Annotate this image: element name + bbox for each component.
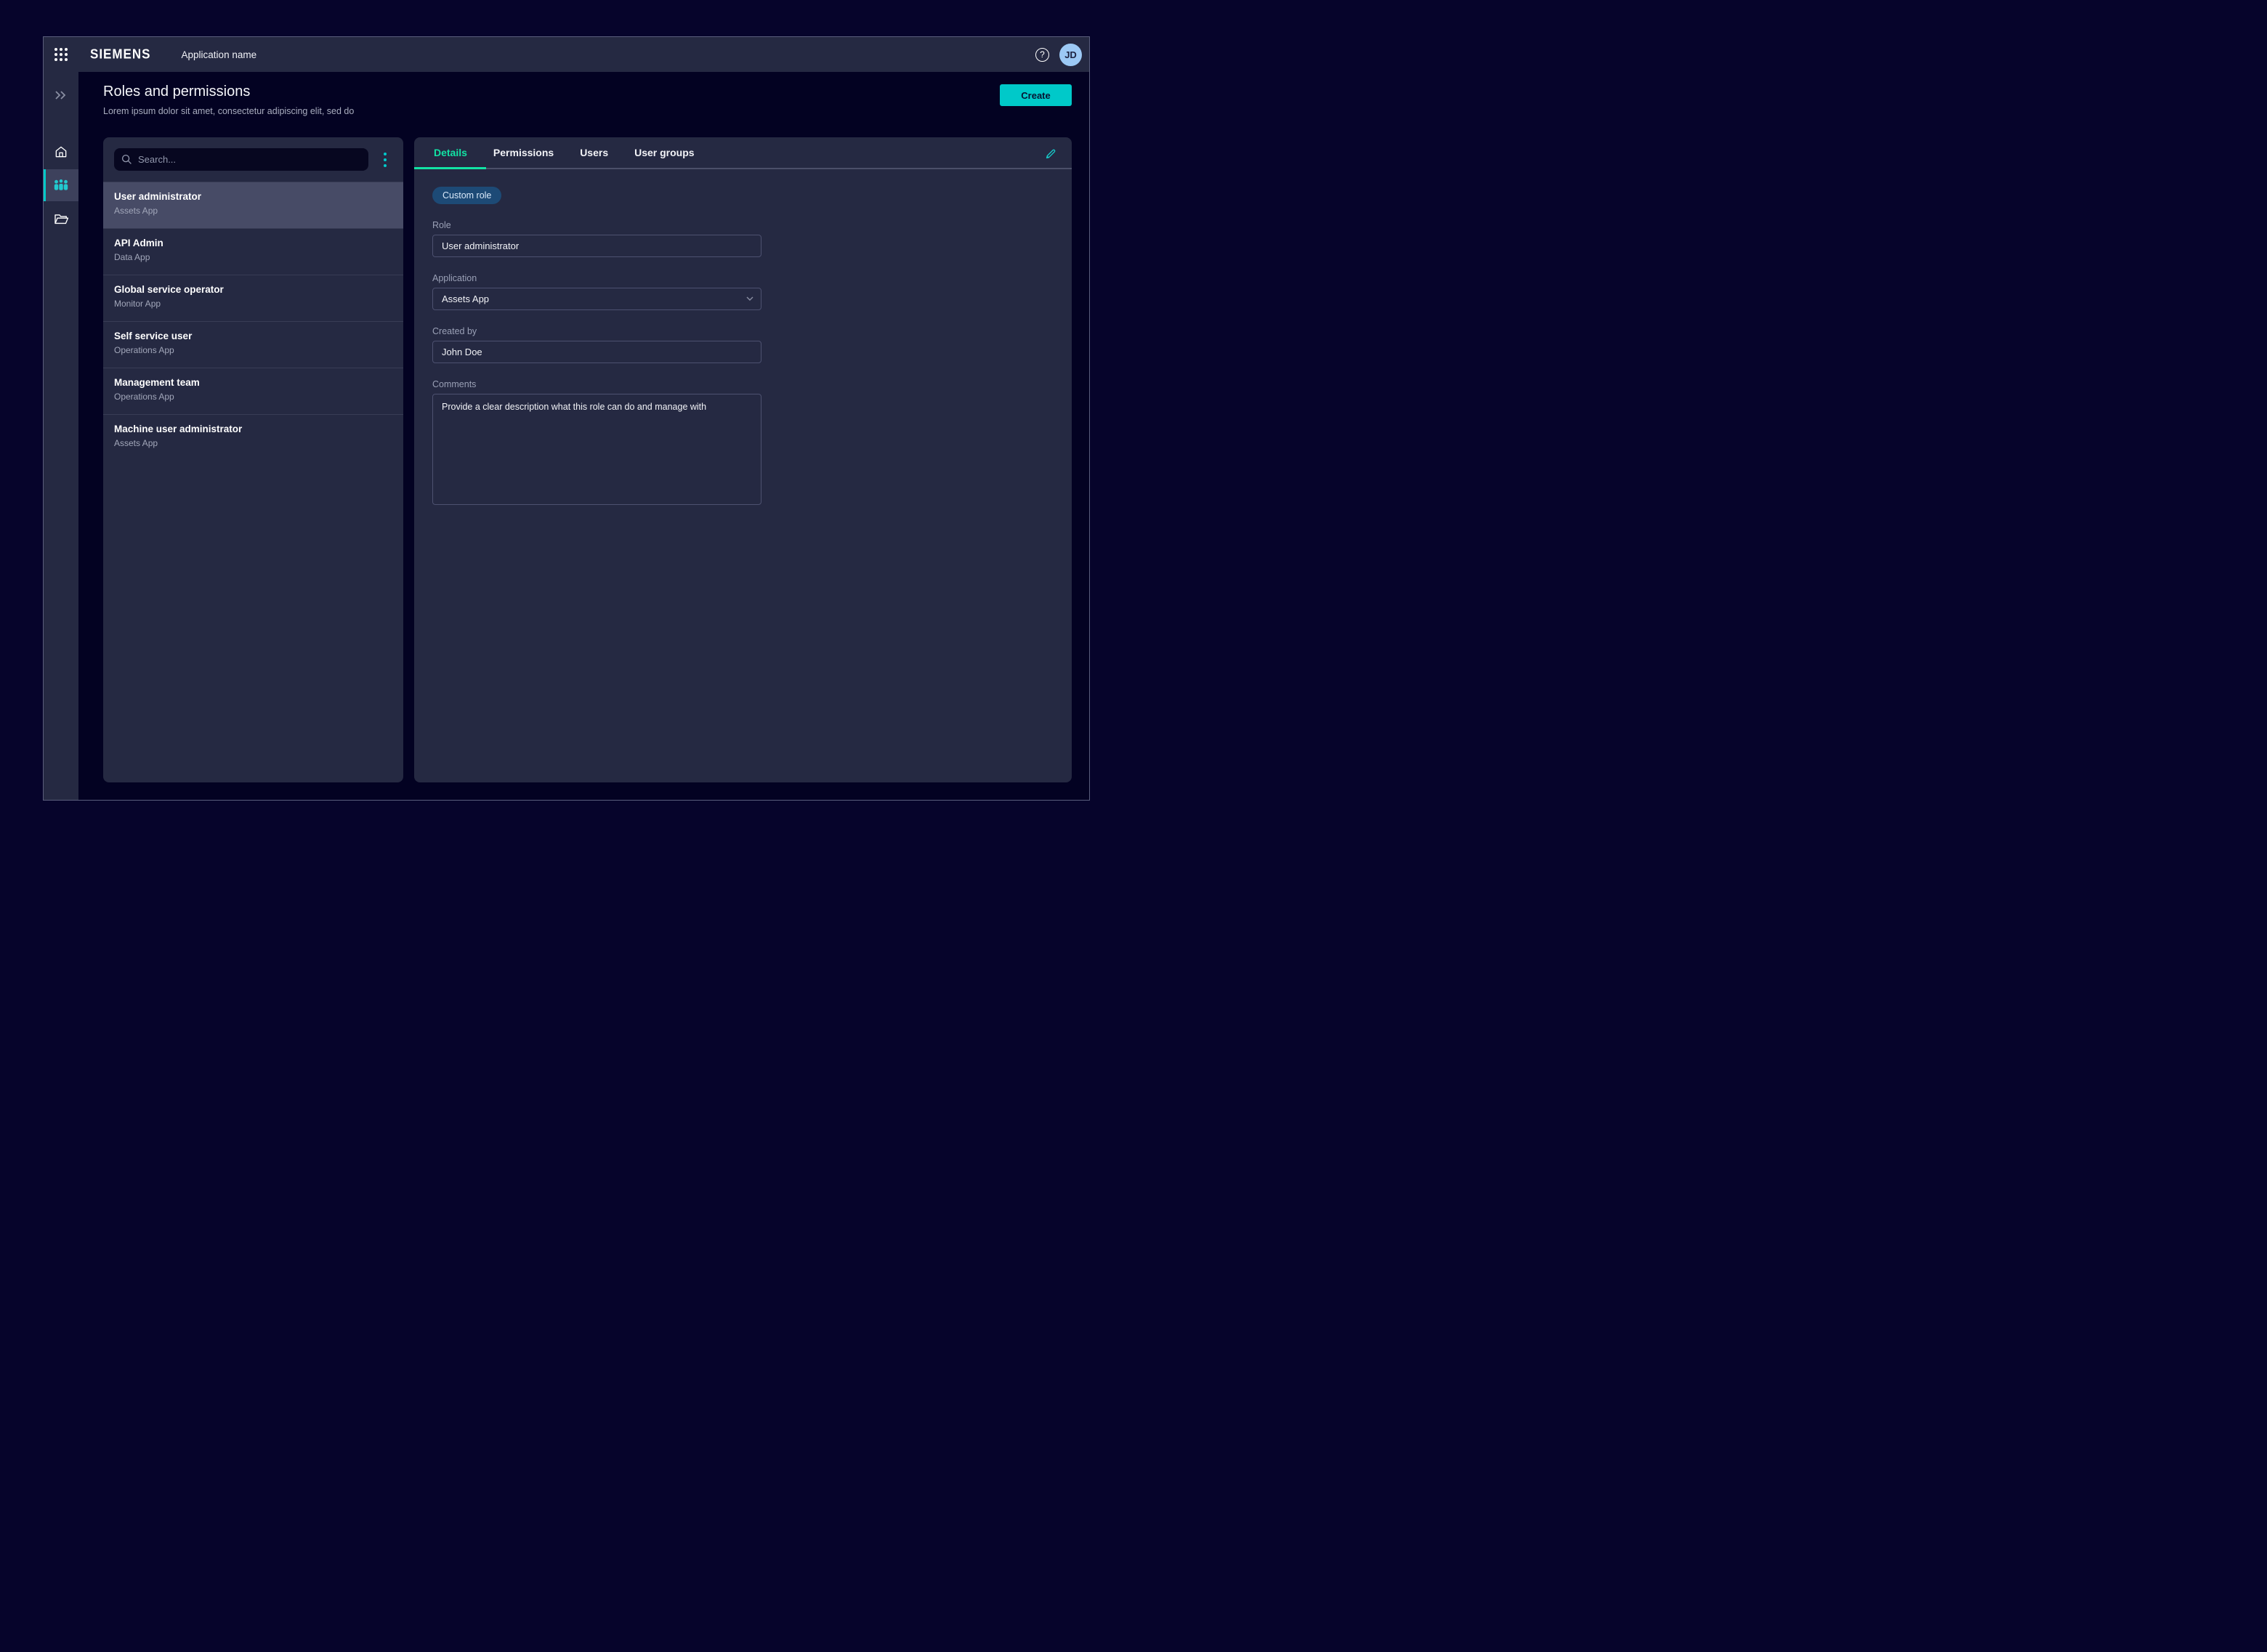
sidebar-expand-button[interactable] bbox=[44, 79, 78, 111]
sidebar-item-projects[interactable] bbox=[44, 203, 78, 235]
tab-details[interactable]: Details bbox=[414, 137, 480, 168]
page-subtitle: Lorem ipsum dolor sit amet, consectetur … bbox=[103, 106, 1072, 116]
pencil-icon bbox=[1044, 147, 1057, 161]
role-item-title: API Admin bbox=[114, 238, 392, 248]
role-list-item[interactable]: Global service operator Monitor App bbox=[103, 275, 403, 321]
role-list-item[interactable]: Machine user administrator Assets App bbox=[103, 414, 403, 461]
page-title: Roles and permissions bbox=[103, 84, 1072, 100]
role-item-title: Management team bbox=[114, 377, 392, 388]
application-field-block: Application Assets App bbox=[432, 273, 761, 310]
role-item-subtitle: Operations App bbox=[114, 345, 392, 355]
search-input[interactable] bbox=[138, 154, 361, 165]
app-window: SIEMENS Application name ? JD bbox=[43, 36, 1090, 801]
role-item-title: User administrator bbox=[114, 191, 392, 202]
double-chevron-right-icon bbox=[54, 90, 68, 100]
role-item-title: Machine user administrator bbox=[114, 424, 392, 434]
role-item-subtitle: Assets App bbox=[114, 438, 392, 448]
app-launcher-icon[interactable] bbox=[44, 37, 78, 72]
siemens-logo: SIEMENS bbox=[90, 46, 151, 62]
role-list-item[interactable]: Self service user Operations App bbox=[103, 321, 403, 368]
create-button[interactable]: Create bbox=[1000, 84, 1072, 106]
more-options-icon[interactable] bbox=[374, 148, 396, 171]
active-tab-indicator bbox=[414, 167, 486, 169]
top-header: SIEMENS Application name ? JD bbox=[44, 37, 1089, 72]
comments-textarea[interactable]: Provide a clear description what this ro… bbox=[432, 394, 761, 505]
role-details-panel: Details Permissions Users User groups bbox=[414, 137, 1072, 782]
role-field-input[interactable] bbox=[432, 235, 761, 257]
role-field-block: Role bbox=[432, 220, 761, 257]
comments-field-label: Comments bbox=[432, 379, 761, 389]
created-by-field-label: Created by bbox=[432, 326, 761, 336]
comments-field-block: Comments Provide a clear description wha… bbox=[432, 379, 761, 509]
created-by-input[interactable] bbox=[432, 341, 761, 363]
home-icon bbox=[54, 145, 68, 159]
folder-icon bbox=[54, 213, 69, 225]
role-field-label: Role bbox=[432, 220, 761, 230]
application-field-label: Application bbox=[432, 273, 761, 283]
role-item-subtitle: Monitor App bbox=[114, 299, 392, 309]
role-item-subtitle: Data App bbox=[114, 252, 392, 262]
search-icon bbox=[121, 154, 132, 165]
application-select[interactable]: Assets App bbox=[432, 288, 761, 310]
custom-role-badge: Custom role bbox=[432, 187, 501, 204]
avatar[interactable]: JD bbox=[1059, 44, 1082, 66]
role-list-item[interactable]: API Admin Data App bbox=[103, 228, 403, 275]
created-by-field-block: Created by bbox=[432, 326, 761, 363]
tab-users[interactable]: Users bbox=[567, 137, 621, 168]
search-box[interactable] bbox=[114, 148, 368, 171]
roles-list-header bbox=[103, 137, 403, 182]
role-item-subtitle: Operations App bbox=[114, 392, 392, 402]
topbar-actions: ? JD bbox=[1035, 44, 1089, 66]
role-list-item[interactable]: User administrator Assets App bbox=[103, 182, 403, 228]
roles-list-panel: User administrator Assets App API Admin … bbox=[103, 137, 403, 782]
tabs-bar: Details Permissions Users User groups bbox=[414, 137, 1072, 169]
grid-dots-icon bbox=[54, 48, 68, 61]
role-list: User administrator Assets App API Admin … bbox=[103, 182, 403, 782]
help-icon[interactable]: ? bbox=[1035, 48, 1049, 62]
details-form: Custom role Role Application Assets App bbox=[414, 169, 1072, 509]
main-content: Roles and permissions Lorem ipsum dolor … bbox=[78, 72, 1089, 800]
role-list-item[interactable]: Management team Operations App bbox=[103, 368, 403, 414]
role-item-subtitle: Assets App bbox=[114, 206, 392, 216]
sidebar-item-roles[interactable] bbox=[44, 169, 78, 201]
role-item-title: Global service operator bbox=[114, 284, 392, 295]
role-item-title: Self service user bbox=[114, 331, 392, 341]
application-name: Application name bbox=[182, 49, 257, 60]
tab-user-groups[interactable]: User groups bbox=[621, 137, 707, 168]
sidebar-item-home[interactable] bbox=[44, 136, 78, 168]
sidebar bbox=[44, 72, 78, 800]
edit-button[interactable] bbox=[1041, 145, 1060, 163]
users-group-icon bbox=[53, 179, 69, 192]
tab-permissions[interactable]: Permissions bbox=[480, 137, 567, 168]
chevron-down-icon bbox=[745, 294, 754, 303]
